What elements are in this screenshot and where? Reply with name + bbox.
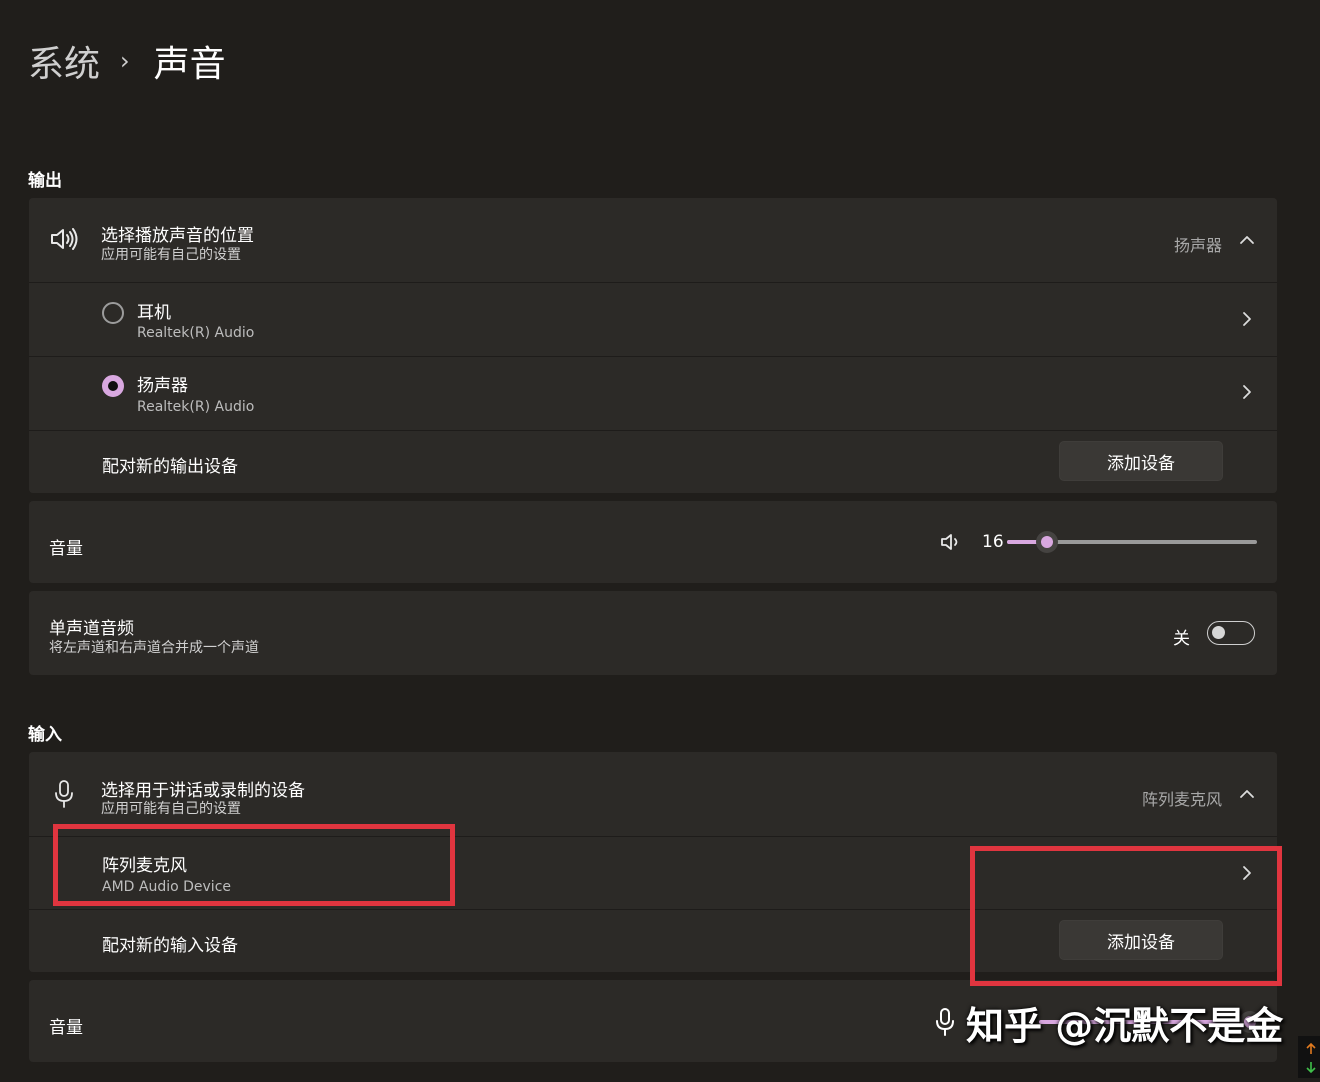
output-volume-label: 音量 (49, 539, 83, 559)
mono-audio-subtitle: 将左声道和右声道合并成一个声道 (49, 640, 259, 656)
output-choose-row[interactable]: 选择播放声音的位置 应用可能有自己的设置 扬声器 (29, 198, 1277, 282)
breadcrumb-system-link[interactable]: 系统 (28, 35, 100, 87)
microphone-icon (55, 780, 73, 808)
chevron-right-icon[interactable] (1241, 311, 1253, 327)
scroll-arrows-icon (1306, 1042, 1316, 1074)
annotation-box-device (53, 824, 455, 906)
input-section-title: 输入 (28, 725, 62, 745)
watermark: 知乎 @沉默不是金 (934, 998, 1283, 1048)
device-driver: Realtek(R) Audio (137, 325, 255, 341)
mono-audio-toggle[interactable] (1207, 621, 1255, 645)
output-selected-device: 扬声器 (1173, 236, 1222, 255)
input-selected-device: 阵列麦克风 (1141, 790, 1222, 809)
pair-output-row: 配对新的输出设备 添加设备 (29, 431, 1277, 493)
radio-speakers[interactable] (102, 375, 124, 397)
chevron-right-icon[interactable] (1241, 384, 1253, 400)
breadcrumb-separator: › (120, 47, 130, 75)
output-volume-value: 16 (982, 532, 1004, 552)
chevron-up-icon[interactable] (1239, 234, 1255, 246)
microphone-icon (936, 1008, 954, 1036)
device-name: 耳机 (137, 303, 171, 323)
output-choose-subtitle: 应用可能有自己的设置 (101, 247, 241, 263)
watermark-text: 知乎 @沉默不是金 (966, 1003, 1284, 1048)
input-volume-label: 音量 (49, 1018, 83, 1038)
volume-icon[interactable] (939, 531, 963, 553)
device-row-headphones[interactable]: 耳机 Realtek(R) Audio (29, 283, 1277, 356)
device-driver: Realtek(R) Audio (137, 399, 255, 415)
scroll-indicator[interactable] (1298, 1036, 1320, 1078)
mono-audio-state: 关 (1173, 629, 1190, 649)
input-choose-subtitle: 应用可能有自己的设置 (101, 801, 241, 817)
page-title: 声音 (153, 44, 226, 85)
mono-audio-title: 单声道音频 (49, 619, 134, 639)
output-volume-card: 音量 16 (29, 501, 1277, 583)
pair-output-label: 配对新的输出设备 (102, 457, 238, 477)
speaker-icon (51, 228, 78, 250)
pair-input-label: 配对新的输入设备 (102, 936, 238, 956)
output-card: 选择播放声音的位置 应用可能有自己的设置 扬声器 耳机 Realtek(R) A… (29, 198, 1277, 493)
annotation-box-button (970, 846, 1282, 986)
breadcrumb: 系统 › 声音 (28, 36, 226, 86)
chevron-up-icon[interactable] (1239, 788, 1255, 800)
volume-slider-thumb[interactable] (1036, 531, 1058, 553)
radio-headphones[interactable] (102, 302, 124, 324)
output-choose-title: 选择播放声音的位置 (101, 226, 254, 246)
device-row-speakers[interactable]: 扬声器 Realtek(R) Audio (29, 357, 1277, 430)
add-output-device-button[interactable]: 添加设备 (1059, 441, 1223, 481)
output-section-title: 输出 (28, 171, 62, 191)
device-name: 扬声器 (137, 376, 188, 396)
mono-audio-card: 单声道音频 将左声道和右声道合并成一个声道 关 (29, 591, 1277, 675)
